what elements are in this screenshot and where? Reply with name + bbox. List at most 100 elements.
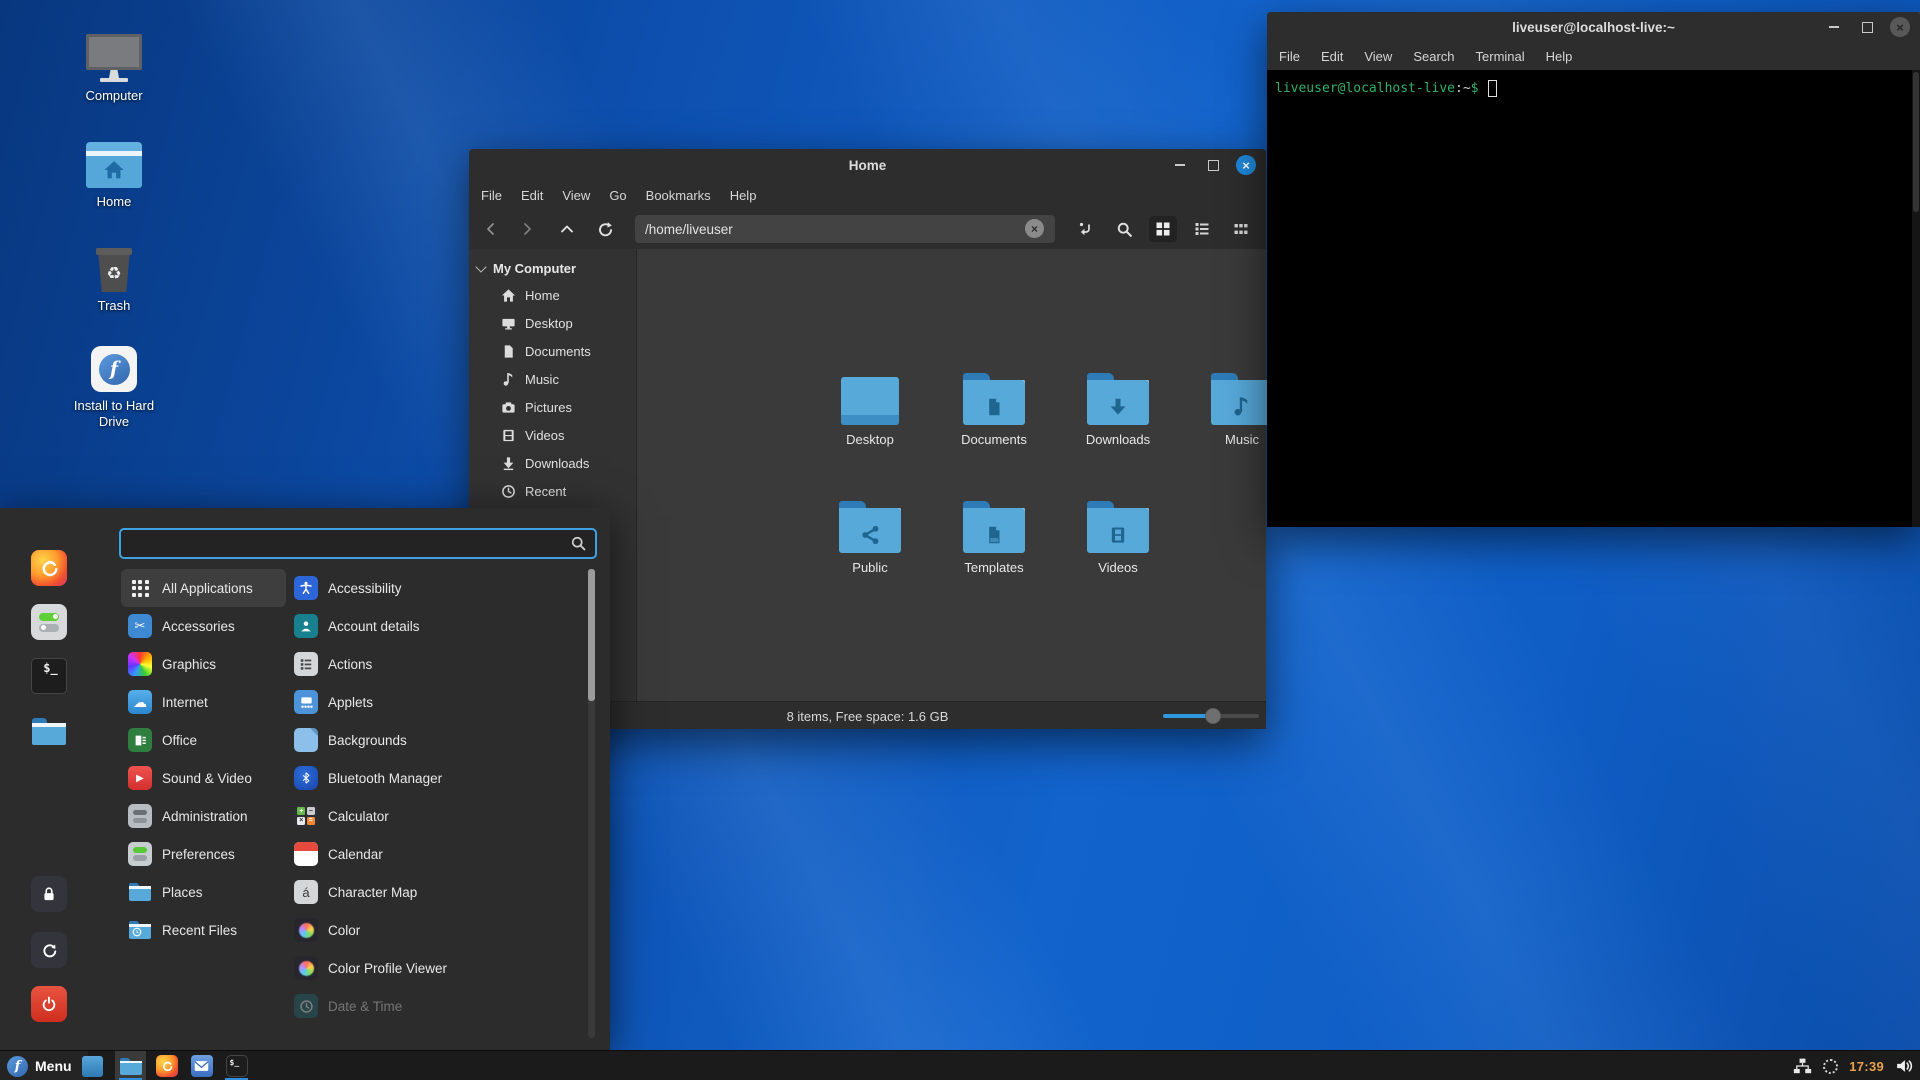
category-internet[interactable]: ☁ Internet (121, 683, 286, 721)
back-button[interactable] (477, 216, 505, 242)
fm-menu-edit[interactable]: Edit (521, 188, 543, 203)
app-calendar[interactable]: Calendar (294, 835, 584, 873)
sidebar-item-recent[interactable]: Recent (469, 477, 636, 505)
desktop-icon-computer[interactable]: Computer (56, 30, 172, 104)
forward-button[interactable] (513, 216, 541, 242)
terminal-menu-search[interactable]: Search (1413, 49, 1454, 64)
sidebar-item-music[interactable]: Music (469, 365, 636, 393)
terminal-menu-help[interactable]: Help (1546, 49, 1573, 64)
terminal-menu-terminal[interactable]: Terminal (1476, 49, 1525, 64)
taskbar-file-manager[interactable] (115, 1051, 146, 1080)
file-item-templates[interactable]: Templates (932, 489, 1056, 599)
sidebar-item-home[interactable]: Home (469, 281, 636, 309)
category-preferences[interactable]: Preferences (121, 835, 286, 873)
forward-icon (519, 221, 535, 237)
fm-file-view[interactable]: Desktop Documents Downloads Music (637, 249, 1266, 701)
category-places[interactable]: Places (121, 873, 286, 911)
category-administration[interactable]: Administration (121, 797, 286, 835)
taskbar-mail[interactable] (186, 1051, 217, 1080)
grid-view-button[interactable] (1149, 216, 1177, 242)
power-button[interactable] (31, 986, 67, 1022)
fm-menu-view[interactable]: View (562, 188, 590, 203)
app-backgrounds[interactable]: Backgrounds (294, 721, 584, 759)
lock-screen-button[interactable] (31, 876, 67, 912)
desktop-icon-install[interactable]: f Install to Hard Drive (56, 340, 172, 431)
folder-download-icon (1087, 373, 1149, 425)
clear-path-icon[interactable]: × (1025, 219, 1044, 238)
category-graphics[interactable]: Graphics (121, 645, 286, 683)
compact-view-button[interactable] (1227, 216, 1255, 242)
maximize-button[interactable] (1203, 155, 1223, 175)
terminal-launcher[interactable]: $_ (31, 658, 67, 694)
sidebar-item-desktop[interactable]: Desktop (469, 309, 636, 337)
app-calculator[interactable]: +−×= Calculator (294, 797, 584, 835)
app-character-map[interactable]: á Character Map (294, 873, 584, 911)
category-accessories[interactable]: ✂ Accessories (121, 607, 286, 645)
app-date-time[interactable]: Date & Time (294, 987, 584, 1025)
fm-menu-bookmarks[interactable]: Bookmarks (646, 188, 711, 203)
file-item-downloads[interactable]: Downloads (1056, 361, 1180, 471)
category-sound-video[interactable]: ▶ Sound & Video (121, 759, 286, 797)
scanning-icon[interactable] (1823, 1059, 1838, 1074)
zoom-slider[interactable] (1163, 714, 1259, 718)
fm-titlebar[interactable]: Home × (469, 149, 1266, 181)
menu-scrollbar[interactable] (588, 569, 595, 1038)
category-all-applications[interactable]: All Applications (121, 569, 286, 607)
taskbar-menu-button[interactable]: f Menu (0, 1051, 88, 1080)
logout-button[interactable] (31, 932, 67, 968)
fm-menu-go[interactable]: Go (609, 188, 626, 203)
sidebar-item-documents[interactable]: Documents (469, 337, 636, 365)
taskbar-terminal[interactable]: $_ (221, 1051, 252, 1080)
list-view-button[interactable] (1188, 216, 1216, 242)
app-bluetooth-manager[interactable]: Bluetooth Manager (294, 759, 584, 797)
terminal-titlebar[interactable]: liveuser@localhost-live:~ × (1267, 12, 1920, 42)
app-account-details[interactable]: Account details (294, 607, 584, 645)
fm-menu-file[interactable]: File (481, 188, 502, 203)
minimize-button[interactable] (1824, 17, 1844, 37)
go-jump-icon (1077, 221, 1093, 237)
slider-handle[interactable] (1205, 708, 1221, 724)
path-input[interactable] (635, 215, 1055, 243)
reload-button[interactable] (591, 216, 619, 242)
desktop-icon-home[interactable]: Home (56, 136, 172, 210)
terminal-menu-file[interactable]: File (1279, 49, 1300, 64)
app-color[interactable]: Color (294, 911, 584, 949)
category-recent-files[interactable]: Recent Files (121, 911, 286, 949)
minimize-button[interactable] (1170, 155, 1190, 175)
close-button[interactable]: × (1890, 17, 1910, 37)
category-office[interactable]: Office (121, 721, 286, 759)
taskbar-clock[interactable]: 17:39 (1849, 1059, 1884, 1074)
settings-button[interactable] (31, 604, 67, 640)
fm-menu-help[interactable]: Help (730, 188, 757, 203)
app-actions[interactable]: Actions (294, 645, 584, 683)
app-color-profile-viewer[interactable]: Color Profile Viewer (294, 949, 584, 987)
firefox-button[interactable] (31, 550, 67, 586)
network-wired-icon[interactable] (1793, 1057, 1812, 1075)
desktop-icon-trash[interactable]: ♻ Trash (56, 240, 172, 314)
file-item-public[interactable]: Public (808, 489, 932, 599)
maximize-button[interactable] (1857, 17, 1877, 37)
sidebar-item-pictures[interactable]: Pictures (469, 393, 636, 421)
file-item-desktop[interactable]: Desktop (808, 361, 932, 471)
volume-icon[interactable] (1895, 1057, 1914, 1075)
app-applets[interactable]: Applets (294, 683, 584, 721)
sidebar-group-my-computer[interactable]: My Computer (469, 255, 636, 281)
menu-search-input[interactable] (119, 528, 597, 559)
file-item-documents[interactable]: Documents (932, 361, 1056, 471)
app-accessibility[interactable]: Accessibility (294, 569, 584, 607)
sidebar-item-downloads[interactable]: Downloads (469, 449, 636, 477)
taskbar-firefox[interactable] (151, 1051, 182, 1080)
close-button[interactable]: × (1236, 155, 1256, 175)
file-item-videos[interactable]: Videos (1056, 489, 1180, 599)
terminal-menu-edit[interactable]: Edit (1321, 49, 1343, 64)
terminal-scrollbar[interactable] (1912, 70, 1920, 527)
terminal-view[interactable]: liveuser@localhost-live:~$ (1267, 70, 1920, 527)
search-button[interactable] (1110, 216, 1138, 242)
folder-clock-icon (128, 918, 152, 942)
sidebar-item-videos[interactable]: Videos (469, 421, 636, 449)
up-button[interactable] (553, 216, 581, 242)
taskbar-show-desktop[interactable] (77, 1051, 108, 1080)
file-manager-launcher[interactable] (31, 713, 67, 749)
go-jump-button[interactable] (1071, 216, 1099, 242)
terminal-menu-view[interactable]: View (1364, 49, 1392, 64)
